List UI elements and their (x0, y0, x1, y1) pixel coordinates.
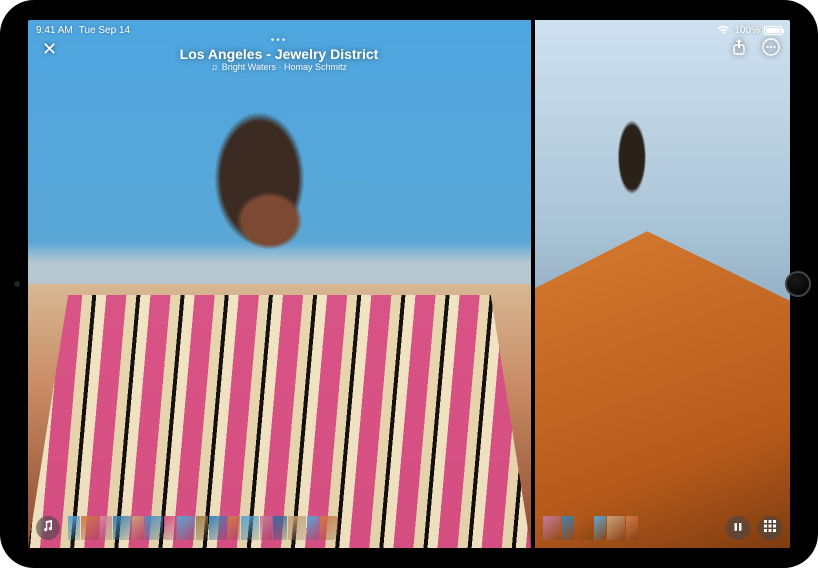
close-icon: ✕ (42, 39, 57, 59)
filmstrip-thumb[interactable] (113, 516, 131, 540)
pause-icon (733, 519, 743, 537)
ellipsis-circle-icon (762, 38, 780, 61)
close-button[interactable]: ✕ (38, 36, 61, 62)
filmstrip-thumb[interactable] (68, 516, 80, 540)
filmstrip-right[interactable] (543, 516, 718, 540)
filmstrip-thumb[interactable] (307, 516, 319, 540)
browse-grid-button[interactable] (758, 516, 782, 540)
status-time: 9:41 AM (36, 25, 73, 36)
filmstrip[interactable] (68, 516, 523, 540)
filmstrip-thumb[interactable] (241, 516, 259, 540)
ipad-device-frame: 9:41 AM Tue Sep 14 100% ✕ (0, 0, 818, 568)
more-button[interactable] (760, 38, 782, 60)
filmstrip-thumb[interactable] (260, 516, 272, 540)
photo-shirt-stripes (28, 295, 531, 548)
filmstrip-thumb[interactable] (562, 516, 574, 540)
music-note-icon: ♫ (211, 62, 218, 72)
filmstrip-thumb[interactable] (575, 516, 593, 540)
battery-icon (764, 26, 782, 35)
filmstrip-thumb[interactable] (626, 516, 638, 540)
filmstrip-thumb[interactable] (164, 516, 176, 540)
filmstrip-thumb[interactable] (607, 516, 625, 540)
filmstrip-thumb[interactable] (145, 516, 163, 540)
grid-icon (764, 519, 776, 537)
filmstrip-thumb[interactable] (81, 516, 99, 540)
status-date: Tue Sep 14 (79, 25, 130, 36)
filmstrip-thumb[interactable] (594, 516, 606, 540)
share-icon (731, 38, 747, 61)
filmstrip-thumb[interactable] (177, 516, 195, 540)
status-bar: 9:41 AM Tue Sep 14 100% (28, 20, 790, 38)
memory-mixes-button[interactable] (36, 516, 60, 540)
memory-song: Bright Waters · Homay Schmitz (222, 62, 347, 72)
filmstrip-thumb[interactable] (228, 516, 240, 540)
filmstrip-thumb[interactable] (209, 516, 227, 540)
front-camera (14, 281, 20, 287)
filmstrip-thumb[interactable] (273, 516, 287, 540)
filmstrip-thumb[interactable] (320, 516, 338, 540)
home-button[interactable] (785, 271, 811, 297)
wifi-icon (717, 25, 730, 35)
filmstrip-thumb[interactable] (288, 516, 306, 540)
filmstrip-thumb[interactable] (196, 516, 208, 540)
memory-player-pane-right[interactable] (535, 20, 790, 548)
pause-button[interactable] (726, 516, 750, 540)
filmstrip-thumb[interactable] (543, 516, 561, 540)
memory-title-block[interactable]: ••• Los Angeles - Jewelry District ♫ Bri… (180, 36, 379, 72)
battery-pct: 100% (734, 25, 760, 36)
share-button[interactable] (728, 38, 750, 60)
filmstrip-thumb[interactable] (100, 516, 112, 540)
screen: 9:41 AM Tue Sep 14 100% ✕ (28, 20, 790, 548)
memory-player-pane[interactable]: ✕ ••• Los Angeles - Jewelry District ♫ B… (28, 20, 531, 548)
filmstrip-thumb[interactable] (132, 516, 144, 540)
memory-title: Los Angeles - Jewelry District (180, 46, 379, 62)
music-mixes-icon (41, 519, 55, 538)
